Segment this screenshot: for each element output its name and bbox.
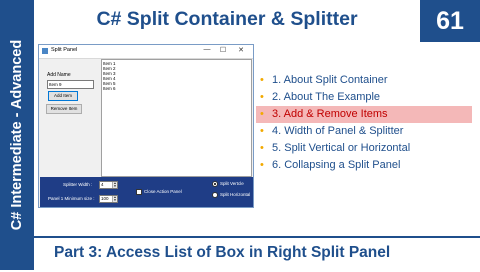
bullet-icon: • <box>260 159 264 171</box>
window-title: Split Panel <box>51 47 78 53</box>
topic-item: • 6. Collapsing a Split Panel <box>256 157 472 174</box>
window-titlebar: Split Panel — ☐ ✕ <box>39 45 253 59</box>
add-item-button[interactable]: Add Item <box>48 91 78 101</box>
topic-label: 5. Split Vertical or Horizontal <box>272 142 411 154</box>
part-subtitle: Part 3: Access List of Box in Right Spli… <box>54 244 391 261</box>
video-title: C# Split Container & Splitter <box>96 8 358 30</box>
split-panel-window: Split Panel — ☐ ✕ Add Name Item 9 Add It… <box>38 44 254 208</box>
topics-list: • 1. About Split Container • 2. About The E… <box>256 72 472 174</box>
topic-item: • 5. Split Vertical or Horizontal <box>256 140 472 157</box>
maximize-button[interactable]: ☐ <box>217 46 229 54</box>
remove-item-button[interactable]: Remove Item <box>46 104 82 114</box>
close-action-checkbox[interactable] <box>136 189 142 195</box>
add-name-input[interactable]: Item 9 <box>47 80 94 89</box>
series-label: C# Intermediate - Advanced <box>9 39 25 231</box>
split-panel-right: Item 1 Item 2 Item 3 Item 4 Item 5 Item 6 <box>101 59 252 177</box>
bullet-icon: • <box>260 125 264 137</box>
settings-panel: Splitter Width : 4 ▲ ▼ Panel 1 Minimum si… <box>40 177 253 207</box>
split-vertical-label: Split Vertcle <box>220 181 244 186</box>
topic-item: • 3. Add & Remove Items <box>256 106 472 123</box>
topic-label: 4. Width of Panel & Splitter <box>272 125 404 137</box>
panel-min-size-label: Panel 1 Minimum size : <box>48 196 95 201</box>
topic-label: 1. About Split Container <box>272 74 388 86</box>
split-horizontal-label: Split Horizontal <box>220 192 251 197</box>
topic-label: 6. Collapsing a Split Panel <box>272 159 401 171</box>
splitter-width-spinner[interactable]: 4 ▲ ▼ <box>99 181 118 189</box>
topic-label: 3. Add & Remove Items <box>272 108 388 120</box>
panel-min-size-value: 100 <box>101 196 109 201</box>
splitter-width-value: 4 <box>101 182 104 187</box>
items-listbox[interactable]: Item 1 Item 2 Item 3 Item 4 Item 5 Item 6 <box>103 61 116 91</box>
episode-number-badge: 61 <box>420 0 480 42</box>
close-button[interactable]: ✕ <box>235 46 247 54</box>
series-sidebar: C# Intermediate - Advanced <box>0 0 34 270</box>
splitter-width-label: Splitter Width : <box>63 182 93 187</box>
minimize-button[interactable]: — <box>201 46 213 53</box>
topic-item: • 2. About The Example <box>256 89 472 106</box>
topic-item: • 4. Width of Panel & Splitter <box>256 123 472 140</box>
panel-min-size-spinner[interactable]: 100 ▲ ▼ <box>99 195 118 203</box>
bullet-icon: • <box>260 108 264 120</box>
spinner-arrows-icon[interactable]: ▲ ▼ <box>112 182 117 188</box>
split-panel-left: Add Name Item 9 Add Item Remove Item <box>40 59 100 177</box>
topic-label: 2. About The Example <box>272 91 381 103</box>
bullet-icon: • <box>260 91 264 103</box>
add-name-label: Add Name <box>47 72 71 78</box>
close-action-label: Close Action Panel <box>144 189 182 194</box>
bullet-icon: • <box>260 142 264 154</box>
app-icon <box>42 48 48 54</box>
split-horizontal-radio[interactable] <box>212 192 218 198</box>
spinner-arrows-icon[interactable]: ▲ ▼ <box>112 196 117 202</box>
bullet-icon: • <box>260 74 264 86</box>
topic-item: • 1. About Split Container <box>256 72 472 89</box>
split-vertical-radio[interactable] <box>212 181 218 187</box>
list-item[interactable]: Item 6 <box>103 86 116 91</box>
